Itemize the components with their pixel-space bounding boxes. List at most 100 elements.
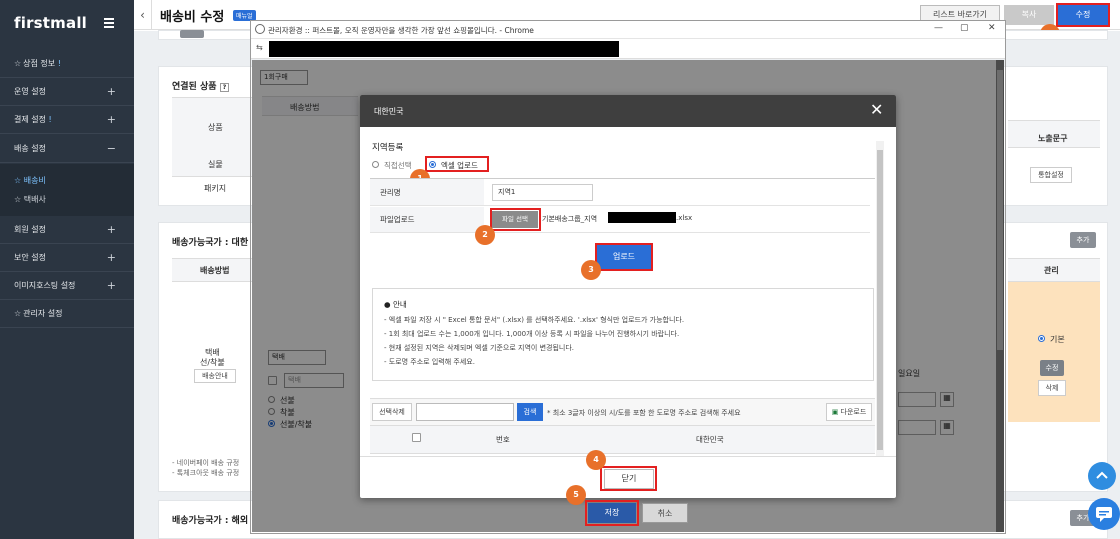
- naverpay-note: - 네이버페이 배송 규정: [172, 459, 240, 467]
- default-radio[interactable]: [1038, 335, 1045, 342]
- sidebar-item-operation[interactable]: 운영 설정 +: [0, 78, 134, 106]
- direct-select-label: 직접선택: [384, 161, 412, 170]
- notice-title: ● 안내: [384, 300, 407, 309]
- modal-header: [360, 95, 896, 127]
- talkcheckout-note: - 톡체크아웃 배송 규정: [172, 469, 240, 477]
- linked-goods-title: 연결된 상품 ?: [172, 79, 230, 92]
- sidebar-item-admin[interactable]: ☆ 관리자 설정: [0, 300, 134, 328]
- star-icon: ☆: [14, 59, 22, 68]
- sidebar-item-image-hosting[interactable]: 이미지호스팅 설정 +: [0, 272, 134, 300]
- delete-selected-button[interactable]: 선택삭제: [372, 403, 412, 421]
- hamburger-icon[interactable]: [104, 18, 114, 30]
- shipping-guide-button[interactable]: 배송안내: [194, 369, 236, 383]
- select-all-checkbox[interactable]: [412, 433, 421, 442]
- chrome-site-icon: [255, 24, 265, 34]
- info-icon: ●: [384, 300, 391, 309]
- row-delete-button[interactable]: 삭제: [1038, 380, 1066, 396]
- domestic-card-title: 배송가능국가 : 대한: [172, 238, 249, 248]
- notice-line-2: - 1회 최대 업로드 수는 1,000개 입니다. 1,000개 이상 등록 …: [384, 330, 680, 338]
- step-marker-2: 2: [475, 225, 495, 245]
- method-column-header: 배송방법: [200, 266, 230, 275]
- highlight-close: [600, 466, 657, 491]
- row-goods-label: 상품: [208, 123, 223, 132]
- row-real-label: 실물: [208, 160, 223, 169]
- close-icon[interactable]: ✕: [988, 23, 996, 33]
- plus-icon: +: [106, 279, 116, 292]
- highlight-save: [585, 500, 639, 526]
- chat-button[interactable]: [1088, 498, 1120, 530]
- chat-icon: [1096, 507, 1112, 522]
- notice-line-1: - 엑셀 파일 저장 시 " Excel 통합 문서" (.xlsx) 를 선택…: [384, 316, 685, 324]
- region-search-input[interactable]: [416, 403, 514, 421]
- download-button[interactable]: ▣ 다운로드: [826, 403, 872, 421]
- row-package-label: 패키지: [204, 184, 227, 193]
- cancel-button[interactable]: 취소: [642, 503, 688, 523]
- sidebar-item-payment[interactable]: 결제 설정 ! +: [0, 106, 134, 134]
- add-button[interactable]: 추가: [1070, 232, 1096, 248]
- popup-scroll-thumb[interactable]: [997, 70, 1003, 350]
- star-icon: ☆: [14, 176, 24, 185]
- sidebar-subitem-courier[interactable]: ☆ 택배사: [14, 194, 46, 205]
- manage-name-row: [370, 179, 870, 206]
- minimize-icon[interactable]: —: [934, 23, 943, 33]
- manage-name-input[interactable]: 지역1: [492, 184, 593, 201]
- minus-icon: −: [106, 142, 116, 155]
- row-edit-button[interactable]: 수정: [1040, 360, 1064, 376]
- modal-footer-divider: [360, 456, 896, 457]
- step-marker-5: 5: [566, 485, 586, 505]
- maximize-icon[interactable]: ▢: [960, 23, 969, 33]
- star-icon: ☆: [14, 195, 24, 204]
- highlight-file-button: [490, 208, 541, 231]
- region-column-header: 대한민국: [696, 435, 724, 444]
- modal-title: 대한민국: [374, 107, 404, 116]
- combine-setting-button[interactable]: 통합설정: [1030, 167, 1072, 183]
- search-button[interactable]: 검색: [517, 403, 543, 421]
- sidebar-item-shop-info[interactable]: ☆ 상점 정보 !: [0, 50, 134, 78]
- chrome-window-title: 관리자환경 :: 퍼스트몰, 오직 운영자만을 생각한 가장 앞선 쇼핑몰입니다…: [268, 26, 534, 35]
- highlight-excel-radio: [425, 156, 489, 172]
- expose-column-header: 노출문구: [1038, 134, 1068, 143]
- step-marker-4: 4: [586, 450, 606, 470]
- shipping-subnav: [0, 164, 134, 216]
- courier-label-2: 선/착불: [200, 358, 225, 367]
- file-name-prefix: 기본배송그룹_지역: [542, 215, 598, 223]
- plus-icon: +: [106, 251, 116, 264]
- plus-icon: +: [106, 85, 116, 98]
- excel-icon: ▣: [831, 408, 839, 416]
- overseas-card-title: 배송가능국가 : 해외: [172, 516, 249, 526]
- redacted-url: [269, 41, 619, 57]
- search-hint: * 최소 3글자 이상의 시/도를 포함 한 도로명 주소로 검색해 주세요: [547, 409, 741, 417]
- region-register-heading: 지역등록: [372, 143, 404, 153]
- manage-cell: [1008, 282, 1100, 422]
- site-settings-icon[interactable]: ⇆: [256, 43, 263, 52]
- sidebar-item-security[interactable]: 보안 설정 +: [0, 244, 134, 272]
- modal-scroll-thumb[interactable]: [877, 150, 883, 450]
- highlight-edit: [1056, 3, 1110, 27]
- sidebar-item-shipping[interactable]: 배송 설정 −: [0, 135, 134, 163]
- redacted-filename: [608, 212, 676, 223]
- notice-line-3: - 현재 설정된 지역은 삭제되며 엑셀 기준으로 지역이 변경됩니다.: [384, 344, 574, 352]
- stub-button[interactable]: [180, 30, 204, 38]
- page-title: 배송비 수정: [160, 10, 225, 25]
- highlight-upload: [595, 243, 653, 271]
- arrow-up-icon: [1096, 471, 1108, 479]
- sidebar-item-member[interactable]: 회원 설정 +: [0, 216, 134, 244]
- step-marker-3: 3: [581, 260, 601, 280]
- plus-icon: +: [106, 223, 116, 236]
- region-table-header: [370, 426, 875, 454]
- number-column-header: 번호: [496, 435, 510, 444]
- direct-select-radio[interactable]: [372, 161, 379, 168]
- plus-icon: +: [106, 113, 116, 126]
- star-icon: ☆: [14, 309, 22, 318]
- chevron-left-icon[interactable]: ‹: [134, 0, 152, 30]
- copy-button[interactable]: 복사: [1004, 5, 1054, 25]
- file-name-suffix: .xlsx: [676, 214, 693, 222]
- scroll-top-button[interactable]: [1088, 462, 1116, 490]
- sidebar-subitem-shipping-fee[interactable]: ☆ 배송비: [14, 175, 46, 186]
- help-icon[interactable]: ?: [219, 83, 230, 92]
- manage-column-header: 관리: [1044, 266, 1059, 275]
- logo[interactable]: firstmall: [14, 14, 87, 32]
- notice-line-4: - 도로명 주소로 입력해 주세요.: [384, 358, 475, 366]
- default-label: 기본: [1050, 335, 1065, 344]
- close-icon[interactable]: ✕: [870, 101, 883, 119]
